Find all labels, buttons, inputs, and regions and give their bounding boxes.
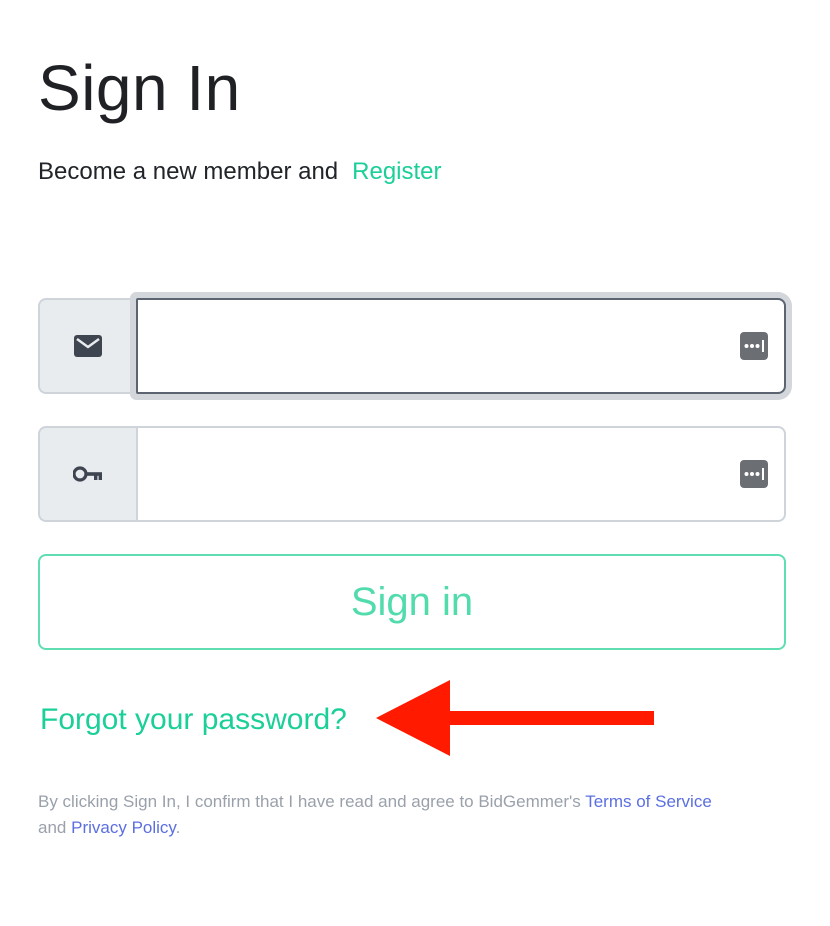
password-field-wrap xyxy=(136,426,786,522)
register-prompt-text: Become a new member and xyxy=(38,158,339,185)
password-manager-icon[interactable] xyxy=(740,460,768,488)
email-field-wrap xyxy=(136,298,786,394)
legal-text: By clicking Sign In, I confirm that I ha… xyxy=(38,792,581,811)
key-icon xyxy=(73,466,102,482)
envelope-icon xyxy=(74,335,102,357)
email-addon xyxy=(38,298,136,394)
page-title: Sign In xyxy=(38,52,241,124)
password-input-group xyxy=(38,426,786,522)
privacy-policy-link[interactable]: Privacy Policy xyxy=(71,818,176,837)
register-link[interactable]: Register xyxy=(352,158,441,185)
forgot-password-link[interactable]: Forgot your password? xyxy=(40,701,347,739)
email-field[interactable] xyxy=(136,298,786,394)
legal-conjunction: and xyxy=(38,818,67,837)
legal-notice: By clicking Sign In, I confirm that I ha… xyxy=(38,789,738,841)
email-input-group xyxy=(38,298,786,394)
terms-of-service-link[interactable]: Terms of Service xyxy=(585,792,712,811)
password-manager-icon[interactable] xyxy=(740,332,768,360)
password-addon xyxy=(38,426,136,522)
legal-period: . xyxy=(175,818,181,837)
register-prompt: Become a new member and Register xyxy=(38,156,442,188)
annotation-arrow-icon xyxy=(376,680,654,756)
sign-in-button[interactable]: Sign in xyxy=(38,554,786,650)
password-field[interactable] xyxy=(136,426,786,522)
